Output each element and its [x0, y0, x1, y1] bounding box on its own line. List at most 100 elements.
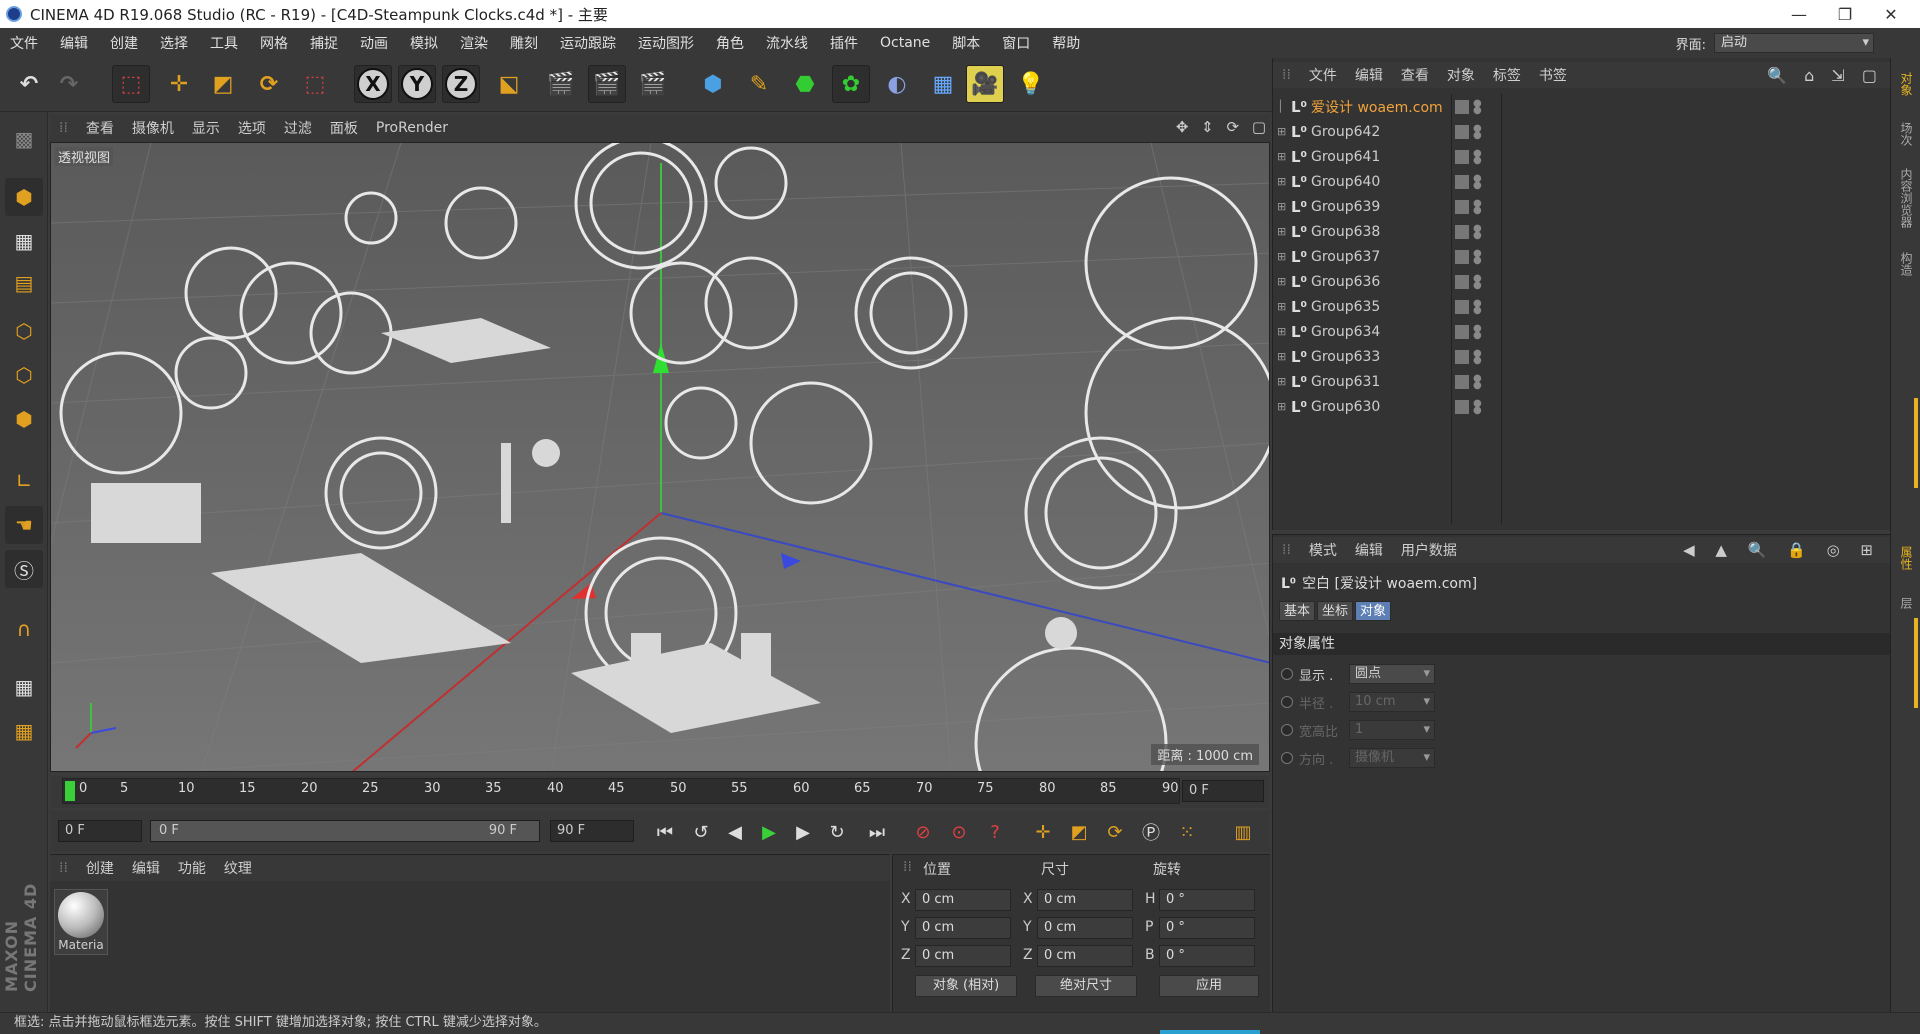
object-row[interactable]: ⊞ L⁰ Group630 ● ●	[1273, 394, 1891, 419]
size-mode-dropdown[interactable]: 绝对尺寸	[1035, 975, 1137, 997]
object-name[interactable]: Group639	[1311, 199, 1461, 215]
expand-icon[interactable]: ⊞	[1277, 175, 1287, 188]
key-parameter-icon[interactable]: Ⓟ	[1136, 818, 1166, 846]
restore-icon[interactable]: ❐	[1822, 0, 1868, 28]
material-menu-function[interactable]: 功能	[169, 858, 215, 878]
object-name[interactable]: Group642	[1311, 124, 1461, 140]
object-name[interactable]: Group641	[1311, 149, 1461, 165]
viewport-menu-prorender[interactable]: ProRender	[367, 120, 457, 136]
next-frame-icon[interactable]: ▶	[788, 818, 818, 846]
object-row[interactable]: ⊞ L⁰ Group636 ● ●	[1273, 269, 1891, 294]
material-menu-edit[interactable]: 编辑	[123, 858, 169, 878]
menu-select[interactable]: 选择	[150, 33, 200, 53]
autokey-icon[interactable]: ⊙	[944, 818, 974, 846]
menu-animate[interactable]: 动画	[350, 33, 400, 53]
object-name[interactable]: Group634	[1311, 324, 1461, 340]
expand-icon[interactable]: ⊞	[1277, 350, 1287, 363]
tab-basic[interactable]: 基本	[1279, 601, 1316, 621]
tab-objects[interactable]: 对象	[1895, 64, 1915, 104]
cube-icon[interactable]: ⬢	[694, 65, 732, 103]
size-z-field[interactable]: 0 cm	[1037, 945, 1133, 967]
render-view-icon[interactable]: 🎬	[542, 65, 580, 103]
frame-range-slider[interactable]: 0 F 90 F	[150, 820, 540, 842]
key-pla-icon[interactable]: ⁙	[1172, 818, 1202, 846]
axis-mode-icon[interactable]: ∟	[5, 462, 43, 500]
object-row[interactable]: ⊞ L⁰ Group638 ● ●	[1273, 219, 1891, 244]
object-row[interactable]: ⊞ L⁰ Group635 ● ●	[1273, 294, 1891, 319]
radius-field[interactable]: 10 cm	[1349, 692, 1435, 712]
animate-toggle-icon[interactable]	[1281, 696, 1293, 708]
animate-toggle-icon[interactable]	[1281, 724, 1293, 736]
object-row[interactable]: ⊞ L⁰ Group641 ● ●	[1273, 144, 1891, 169]
menu-pipeline[interactable]: 流水线	[756, 33, 820, 53]
attribute-menu-edit[interactable]: 编辑	[1346, 540, 1392, 560]
render-dots-icon[interactable]: ● ●	[1473, 373, 1482, 390]
menu-plugins[interactable]: 插件	[820, 33, 870, 53]
expand-icon[interactable]: ⊞	[1277, 375, 1287, 388]
z-axis-lock-icon[interactable]: Z	[442, 65, 480, 103]
viewport-menu-view[interactable]: 查看	[77, 118, 123, 138]
keyframe-selection-icon[interactable]: ?	[980, 818, 1010, 846]
x-axis-lock-icon[interactable]: X	[354, 65, 392, 103]
prev-frame-icon[interactable]: ◀	[720, 818, 750, 846]
object-row[interactable]: ⊞ L⁰ Group633 ● ●	[1273, 344, 1891, 369]
position-z-field[interactable]: 0 cm	[915, 945, 1011, 967]
goto-start-icon[interactable]: ⏮	[650, 818, 680, 846]
object-name[interactable]: 爱设计 woaem.com	[1311, 97, 1461, 117]
animate-toggle-icon[interactable]	[1281, 752, 1293, 764]
render-dots-icon[interactable]: ● ●	[1473, 173, 1482, 190]
end-frame-field[interactable]: 90 F	[550, 820, 634, 842]
expand-icon[interactable]: ⊞	[1277, 300, 1287, 313]
size-x-field[interactable]: 0 cm	[1037, 889, 1133, 911]
attribute-menu-mode[interactable]: 模式	[1300, 540, 1346, 560]
expand-icon[interactable]: ⊞	[1277, 200, 1287, 213]
visibility-toggle-icon[interactable]	[1455, 124, 1469, 139]
current-frame-field[interactable]: 0 F	[1182, 780, 1264, 802]
visibility-toggle-icon[interactable]	[1455, 199, 1469, 214]
object-name[interactable]: Group638	[1311, 224, 1461, 240]
visibility-toggle-icon[interactable]	[1455, 399, 1469, 414]
menu-help[interactable]: 帮助	[1042, 33, 1092, 53]
minimize-icon[interactable]: —	[1776, 0, 1822, 28]
visibility-toggle-icon[interactable]	[1455, 224, 1469, 239]
visibility-toggle-icon[interactable]	[1455, 174, 1469, 189]
render-dots-icon[interactable]: ● ●	[1473, 273, 1482, 290]
render-dots-icon[interactable]: ● ●	[1473, 348, 1482, 365]
solo-icon[interactable]: Ⓢ	[5, 550, 43, 588]
workplane-lock-icon[interactable]: ▦	[5, 668, 43, 706]
object-menu-file[interactable]: 文件	[1300, 65, 1346, 85]
object-row[interactable]: ⊞ L⁰ Group634 ● ●	[1273, 319, 1891, 344]
layout-dropdown[interactable]: 启动	[1714, 33, 1874, 53]
key-position-icon[interactable]: ✛	[1028, 818, 1058, 846]
menu-motion-tracker[interactable]: 运动跟踪	[550, 33, 628, 53]
play-icon[interactable]: ▶	[754, 818, 784, 846]
coord-mode-dropdown[interactable]: 对象 (相对)	[915, 975, 1017, 997]
pen-icon[interactable]: ✎	[740, 65, 778, 103]
menu-window[interactable]: 窗口	[992, 33, 1042, 53]
object-row[interactable]: ⊞ L⁰ Group631 ● ●	[1273, 369, 1891, 394]
size-y-field[interactable]: 0 cm	[1037, 917, 1133, 939]
object-row[interactable]: ⊞ L⁰ Group642 ● ●	[1273, 119, 1891, 144]
move-icon[interactable]: ✛	[160, 65, 198, 103]
rotate-icon[interactable]: ⟳	[250, 65, 288, 103]
render-dots-icon[interactable]: ● ●	[1473, 148, 1482, 165]
edges-mode-icon[interactable]: ⬡	[5, 356, 43, 394]
display-dropdown[interactable]: 圆点	[1349, 664, 1435, 684]
menu-mesh[interactable]: 网格	[250, 33, 300, 53]
viewport-menu-display[interactable]: 显示	[183, 118, 229, 138]
rotation-h-field[interactable]: 0 °	[1159, 889, 1255, 911]
object-menu-edit[interactable]: 编辑	[1346, 65, 1392, 85]
object-manager-tool-icons[interactable]: 🔍 ⌂ ⇲ ▢	[1767, 66, 1883, 85]
model-mode-icon[interactable]: ⬢	[5, 178, 43, 216]
object-name[interactable]: Group636	[1311, 274, 1461, 290]
cloner-icon[interactable]: ✿	[832, 65, 870, 103]
render-dots-icon[interactable]: ● ●	[1473, 223, 1482, 240]
attribute-menu-userdata[interactable]: 用户数据	[1392, 540, 1466, 560]
expand-icon[interactable]: ⊞	[1277, 125, 1287, 138]
visibility-toggle-icon[interactable]	[1455, 249, 1469, 264]
floor-icon[interactable]: ▦	[924, 65, 962, 103]
object-name[interactable]: Group635	[1311, 299, 1461, 315]
object-name[interactable]: Group631	[1311, 374, 1461, 390]
next-key-icon[interactable]: ↻	[822, 818, 852, 846]
menu-create[interactable]: 创建	[100, 33, 150, 53]
